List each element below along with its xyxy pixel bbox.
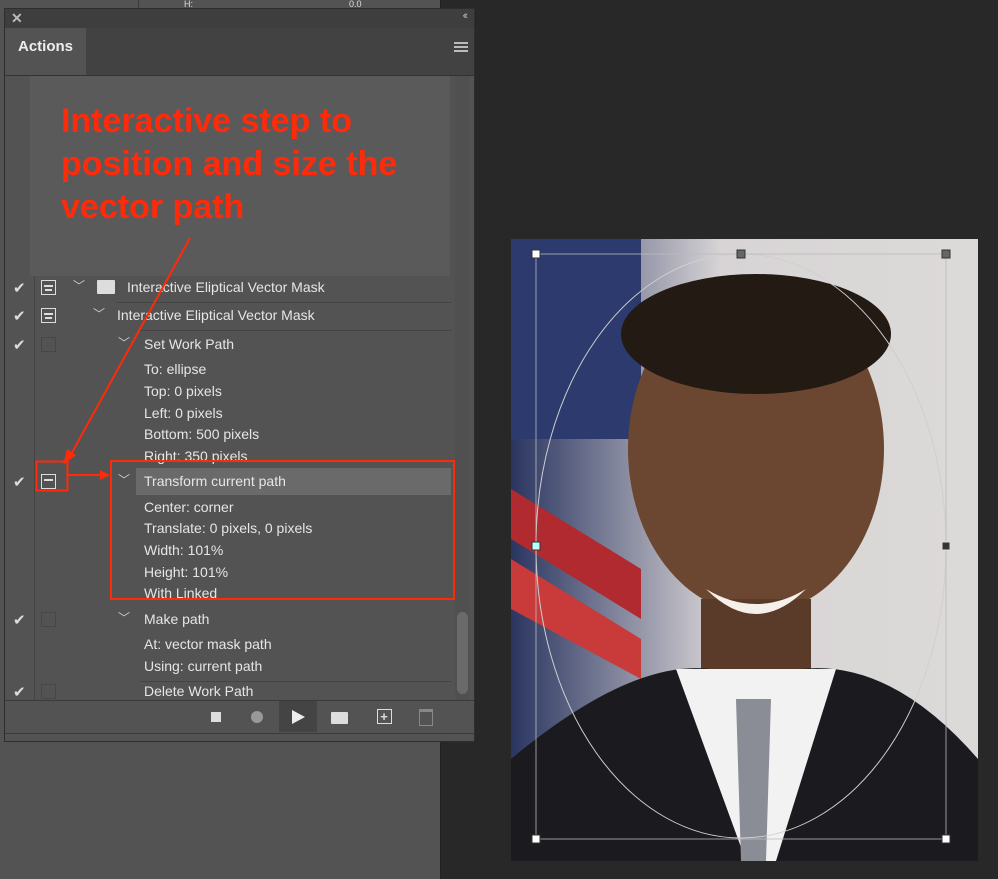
- action-parameter[interactable]: Bottom: 500 pixels: [5, 424, 451, 446]
- action-step-row[interactable]: ✔ Delete Work Path: [5, 681, 451, 700]
- action-parameter[interactable]: Left: 0 pixels: [5, 403, 451, 425]
- row-label: Transform current path: [144, 473, 286, 489]
- double-chevron-left-icon[interactable]: ‹‹: [463, 10, 469, 22]
- action-parameter[interactable]: Top: 0 pixels: [5, 381, 451, 403]
- row-label: Width: 101%: [144, 542, 224, 558]
- tab-actions[interactable]: Actions: [5, 28, 86, 75]
- dialog-toggle-icon[interactable]: [41, 684, 56, 699]
- resize-grip[interactable]: [5, 733, 474, 743]
- checkmark-icon[interactable]: ✔: [13, 611, 26, 629]
- chevron-down-icon[interactable]: ﹀: [118, 334, 130, 351]
- row-label: Bottom: 500 pixels: [144, 426, 260, 442]
- chevron-down-icon[interactable]: ﹀: [118, 471, 130, 488]
- checkmark-icon[interactable]: ✔: [13, 307, 26, 325]
- row-label: Translate: 0 pixels, 0 pixels: [144, 520, 313, 536]
- row-label: Right: 350 pixels: [144, 448, 248, 464]
- action-set-row[interactable]: ✔ ﹀ Interactive Eliptical Vector Mask: [5, 277, 451, 299]
- dialog-toggle-icon[interactable]: [41, 612, 56, 627]
- row-label: Top: 0 pixels: [144, 383, 222, 399]
- panel-titlebar[interactable]: ✕ ‹‹: [5, 9, 474, 28]
- dialog-toggle-icon[interactable]: [41, 474, 56, 489]
- action-parameter[interactable]: Width: 101%: [5, 540, 451, 562]
- action-parameter[interactable]: Translate: 0 pixels, 0 pixels: [5, 518, 451, 540]
- tab-bar: Actions: [5, 28, 474, 76]
- new-action-icon[interactable]: +: [365, 701, 403, 732]
- row-label: Left: 0 pixels: [144, 405, 223, 421]
- row-label: Make path: [144, 611, 210, 627]
- record-icon[interactable]: [238, 701, 276, 732]
- action-parameter[interactable]: To: ellipse: [5, 359, 451, 381]
- chevron-down-icon[interactable]: ﹀: [118, 609, 130, 626]
- action-parameter[interactable]: Right: 350 pixels: [5, 446, 451, 468]
- dialog-toggle-icon[interactable]: [41, 337, 56, 352]
- portrait-photo: [511, 239, 978, 861]
- row-label: Interactive Eliptical Vector Mask: [127, 279, 325, 295]
- row-divider: [117, 302, 451, 303]
- action-parameter[interactable]: Using: current path: [5, 656, 451, 678]
- checkmark-icon[interactable]: ✔: [13, 473, 26, 491]
- stop-icon[interactable]: [197, 701, 235, 732]
- properties-panel-behind: H: 0.0: [138, 0, 414, 9]
- play-icon[interactable]: [279, 701, 317, 732]
- close-icon[interactable]: ✕: [11, 10, 23, 27]
- checkmark-icon[interactable]: ✔: [13, 279, 26, 297]
- row-label: To: ellipse: [144, 361, 207, 377]
- row-label: Delete Work Path: [144, 683, 254, 699]
- action-parameter[interactable]: Center: corner: [5, 497, 451, 519]
- action-row[interactable]: ✔ ﹀ Interactive Eliptical Vector Mask: [5, 305, 451, 327]
- trash-icon[interactable]: [407, 701, 445, 732]
- row-divider: [140, 330, 451, 331]
- row-label: Using: current path: [144, 658, 263, 674]
- row-label: Set Work Path: [144, 336, 235, 352]
- action-step-row[interactable]: ✔ ﹀ Make path: [5, 609, 451, 631]
- folder-icon[interactable]: [320, 701, 358, 732]
- panel-footer: +: [5, 700, 474, 732]
- row-label: At: vector mask path: [144, 636, 272, 652]
- checkmark-icon[interactable]: ✔: [13, 336, 26, 354]
- hamburger-icon[interactable]: [454, 42, 468, 52]
- row-label: With Linked: [144, 585, 218, 601]
- checkmark-icon[interactable]: ✔: [13, 683, 26, 700]
- row-label: Center: corner: [144, 499, 234, 515]
- dialog-toggle-icon[interactable]: [41, 280, 56, 295]
- action-parameter[interactable]: At: vector mask path: [5, 634, 451, 656]
- scrollbar-track[interactable]: [455, 76, 470, 700]
- portrait-illustration: [511, 239, 978, 861]
- chevron-down-icon[interactable]: ﹀: [73, 277, 85, 294]
- scrollbar-thumb[interactable]: [457, 612, 468, 694]
- chevron-down-icon[interactable]: ﹀: [93, 305, 105, 322]
- annotation-text: Interactive step to position and size th…: [61, 102, 398, 226]
- action-step-row[interactable]: ✔ ﹀ Transform current path: [5, 468, 451, 495]
- row-label: Height: 101%: [144, 564, 229, 580]
- dialog-toggle-icon[interactable]: [41, 308, 56, 323]
- action-parameter[interactable]: With Linked: [5, 583, 451, 605]
- row-label: Interactive Eliptical Vector Mask: [117, 307, 315, 323]
- folder-icon: [97, 280, 115, 294]
- action-parameter[interactable]: Height: 101%: [5, 562, 451, 584]
- action-step-row[interactable]: ✔ ﹀ Set Work Path: [5, 334, 451, 356]
